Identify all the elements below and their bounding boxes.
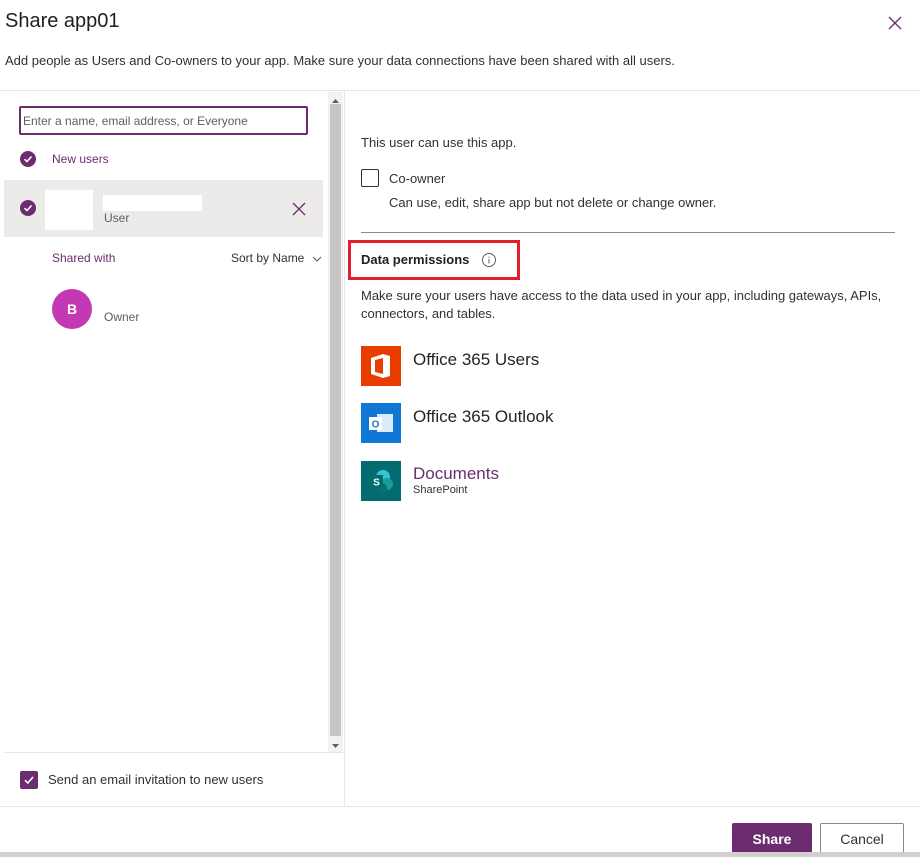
- shared-with-label: Shared with: [52, 251, 116, 265]
- chevron-down-icon[interactable]: [311, 252, 323, 264]
- outlook-icon: O: [361, 403, 401, 443]
- use-app-text: This user can use this app.: [361, 135, 517, 150]
- data-source-name: Office 365 Users: [413, 350, 540, 369]
- footer-divider: [0, 806, 920, 807]
- owner-avatar: B: [52, 289, 92, 329]
- scroll-up-arrow-icon[interactable]: [328, 93, 343, 103]
- coowner-checkbox[interactable]: [361, 169, 379, 187]
- people-search-input[interactable]: [21, 108, 306, 133]
- close-icon[interactable]: [884, 12, 906, 34]
- right-divider: [361, 232, 895, 233]
- sort-by-dropdown[interactable]: Sort by Name: [231, 251, 304, 265]
- window-bottom-edge: [0, 852, 920, 857]
- panel-divider: [344, 91, 345, 807]
- user-avatar: [45, 190, 93, 230]
- email-invite-checkbox[interactable]: [20, 771, 38, 789]
- share-button[interactable]: Share: [732, 823, 812, 855]
- user-name-redacted: [103, 195, 202, 211]
- cancel-button[interactable]: Cancel: [820, 823, 904, 855]
- data-source-type: SharePoint: [413, 484, 468, 496]
- owner-role-label: Owner: [104, 310, 140, 324]
- data-source-name-link[interactable]: Documents: [413, 464, 499, 484]
- data-permissions-title: Data permissions: [361, 252, 470, 267]
- user-role-label: User: [104, 211, 130, 225]
- data-source-name: Office 365 Outlook: [413, 407, 554, 426]
- svg-text:S: S: [373, 478, 380, 489]
- coowner-label[interactable]: Co-owner: [389, 171, 445, 186]
- remove-user-icon[interactable]: [290, 200, 308, 218]
- dialog-subtitle: Add people as Users and Co-owners to you…: [5, 53, 675, 68]
- svg-text:O: O: [372, 420, 380, 431]
- sharepoint-icon: S: [361, 461, 401, 501]
- dialog-title: Share app01: [5, 10, 120, 32]
- new-users-label[interactable]: New users: [52, 152, 109, 166]
- left-footer-divider: [4, 752, 343, 753]
- scroll-down-arrow-icon[interactable]: [328, 738, 343, 748]
- people-search-box[interactable]: [19, 106, 308, 135]
- email-invite-label[interactable]: Send an email invitation to new users: [48, 772, 263, 787]
- office-icon: [361, 346, 401, 386]
- data-permissions-description: Make sure your users have access to the …: [361, 288, 882, 321]
- coowner-description: Can use, edit, share app but not delete …: [389, 195, 717, 210]
- info-icon[interactable]: [481, 252, 497, 268]
- new-users-check-icon: [20, 151, 36, 167]
- scroll-thumb[interactable]: [330, 104, 341, 736]
- user-selected-check-icon[interactable]: [20, 200, 36, 216]
